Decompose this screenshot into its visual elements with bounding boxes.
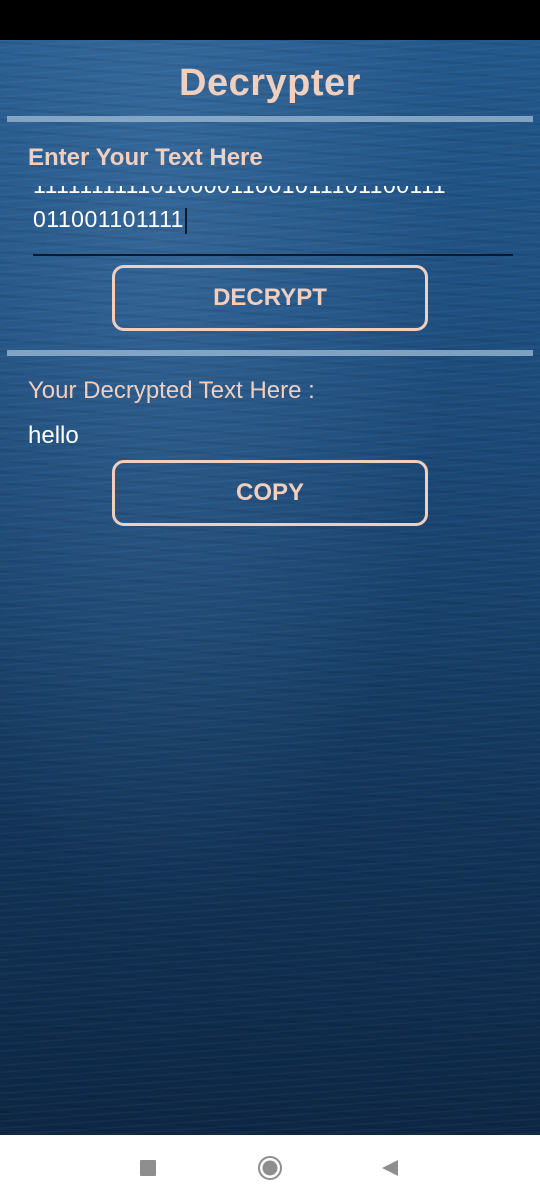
encrypted-text-input[interactable]: 111111111101000011001011101100111 011001…: [33, 186, 513, 256]
input-line-2: 011001101111: [33, 206, 184, 232]
input-line-1: 111111111101000011001011101100111: [33, 186, 513, 202]
home-button[interactable]: [240, 1135, 300, 1200]
middle-divider: [7, 350, 533, 356]
decrypt-button[interactable]: DECRYPT: [112, 265, 428, 331]
navigation-bar: [0, 1135, 540, 1200]
input-text-content: 111111111101000011001011101100111 011001…: [33, 186, 513, 236]
result-label: Your Decrypted Text Here :: [28, 377, 315, 404]
input-line-2-wrapper: 011001101111: [33, 202, 513, 236]
recent-apps-button[interactable]: [118, 1135, 178, 1200]
square-icon: [140, 1159, 156, 1176]
copy-button[interactable]: COPY: [112, 460, 428, 526]
decrypted-text: hello: [28, 422, 79, 449]
triangle-left-icon: [382, 1159, 398, 1176]
text-cursor: [184, 207, 187, 234]
top-divider: [7, 116, 533, 122]
back-button[interactable]: [360, 1135, 420, 1200]
input-label: Enter Your Text Here: [28, 144, 263, 171]
app-screen: Decrypter Enter Your Text Here 111111111…: [0, 40, 540, 1135]
status-bar: [0, 0, 540, 40]
app-title: Decrypter: [179, 62, 361, 104]
circle-icon: [258, 1155, 282, 1180]
